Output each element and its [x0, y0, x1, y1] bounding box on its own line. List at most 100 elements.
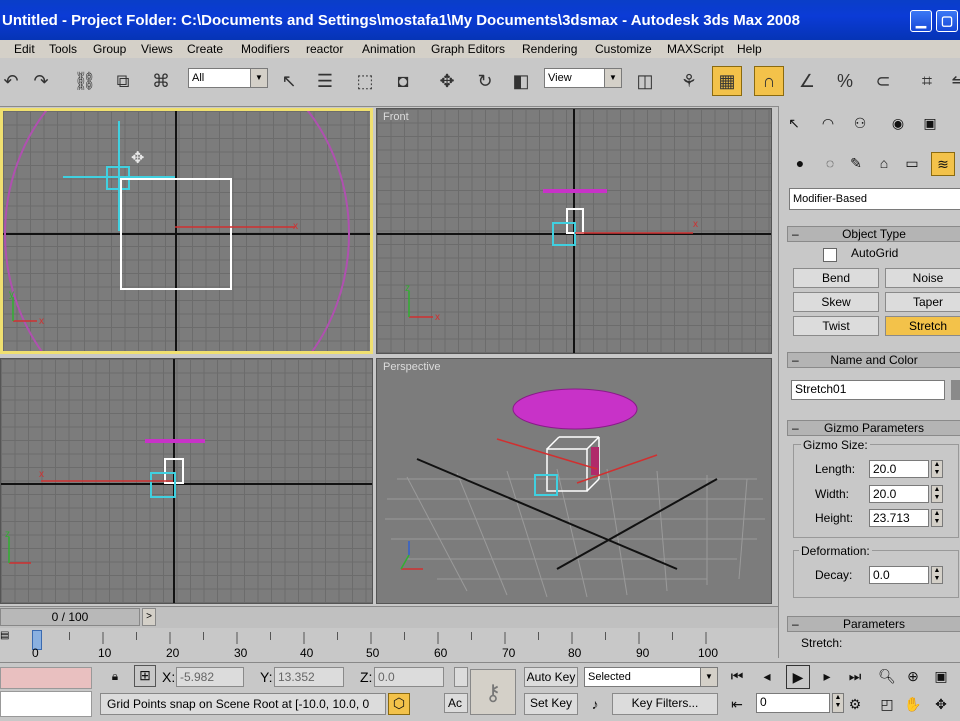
menu-graph-editors[interactable]: Graph Editors [431, 42, 505, 56]
scale-icon[interactable]: ◧ [506, 66, 536, 96]
bind-space-warp-icon[interactable]: ⌘ [146, 66, 176, 96]
window-crossing-icon[interactable]: ◘ [388, 66, 418, 96]
rollout-name-and-color[interactable]: – Name and Color [787, 352, 960, 368]
menu-tools[interactable]: Tools [49, 42, 77, 56]
rollout-object-type[interactable]: – Object Type [787, 226, 960, 242]
set-key-button[interactable]: Set Key [524, 693, 578, 715]
absolute-mode-icon[interactable]: ⊞ [134, 665, 156, 687]
create-tab-icon[interactable]: ↖ [783, 112, 805, 134]
play-icon[interactable]: ▶ [786, 665, 810, 689]
redo-icon[interactable]: ↷ [26, 66, 56, 96]
select-object-icon[interactable]: ↖ [274, 66, 304, 96]
pan-icon[interactable]: ✋ [902, 693, 924, 715]
next-frame-icon[interactable]: > [142, 608, 156, 626]
menu-animation[interactable]: Animation [362, 42, 415, 56]
percent-snap-icon[interactable]: % [830, 66, 860, 96]
rollout-parameters[interactable]: – Parameters [787, 616, 960, 632]
stretch-button[interactable]: Stretch [885, 316, 960, 336]
menu-help[interactable]: Help [737, 42, 762, 56]
next-frame-icon[interactable]: ▸ [816, 665, 838, 687]
zoom-all-icon[interactable]: ⊕ [902, 665, 924, 687]
selection-lock-icon[interactable]: ⬡ [388, 693, 410, 715]
auto-key-button[interactable]: Auto Key [524, 667, 578, 687]
noise-button[interactable]: Noise [885, 268, 960, 288]
menu-customize[interactable]: Customize [595, 42, 652, 56]
z-coordinate-field[interactable]: 0.0 [374, 667, 444, 687]
keyboard-shortcut-override-icon[interactable]: ▦ [712, 66, 742, 96]
spinner-snap-icon[interactable]: ⊂ [868, 66, 898, 96]
move-icon[interactable]: ✥ [432, 66, 462, 96]
pivot-center-icon[interactable]: ◫ [630, 66, 660, 96]
selection-filter-dropdown[interactable]: All ▼ [188, 68, 268, 88]
field-of-view-icon[interactable]: ◰ [876, 693, 898, 715]
key-mode-toggle-icon[interactable]: ⇤ [726, 693, 748, 715]
length-field[interactable]: 20.0 [869, 460, 929, 478]
height-spinner[interactable]: ▲ ▼ [931, 509, 943, 527]
y-coordinate-field[interactable]: 13.352 [274, 667, 344, 687]
current-frame-field[interactable]: 0 [756, 693, 830, 713]
maxscript-listener[interactable] [0, 667, 92, 689]
menu-edit[interactable]: Edit [14, 42, 35, 56]
object-name-field[interactable]: Stretch01 [791, 380, 945, 400]
viewport-front[interactable]: Front x x z [376, 108, 772, 354]
rotate-icon[interactable]: ↻ [470, 66, 500, 96]
menu-modifiers[interactable]: Modifiers [241, 42, 290, 56]
menu-maxscript[interactable]: MAXScript [667, 42, 724, 56]
twist-button[interactable]: Twist [793, 316, 879, 336]
viewport-perspective[interactable]: Perspective [376, 358, 772, 604]
width-field[interactable]: 20.0 [869, 485, 929, 503]
lights-icon[interactable]: ✎ [845, 152, 867, 174]
helpers-icon[interactable]: ▭ [901, 152, 923, 174]
rollout-gizmo-parameters[interactable]: – Gizmo Parameters [787, 420, 960, 436]
decay-spinner[interactable]: ▲ ▼ [931, 566, 943, 584]
geometry-icon[interactable]: ● [789, 152, 811, 174]
display-tab-icon[interactable]: ▣ [919, 112, 941, 134]
select-link-icon[interactable]: ⛓ [70, 66, 100, 96]
reference-coordinate-dropdown[interactable]: View ▼ [544, 68, 622, 88]
track-bar[interactable]: ▤ 0 10 20 30 40 50 60 70 80 90 100 [0, 628, 778, 662]
menu-group[interactable]: Group [93, 42, 126, 56]
snap-toggle-icon[interactable]: ∩ [754, 66, 784, 96]
menu-reactor[interactable]: reactor [306, 42, 343, 56]
motion-tab-icon[interactable]: ◉ [887, 112, 909, 134]
cameras-icon[interactable]: ⌂ [873, 152, 895, 174]
skew-button[interactable]: Skew [793, 292, 879, 312]
menu-create[interactable]: Create [187, 42, 223, 56]
bend-button[interactable]: Bend [793, 268, 879, 288]
object-color-swatch[interactable] [951, 380, 960, 400]
category-dropdown[interactable]: Modifier-Based [789, 188, 960, 210]
undo-icon[interactable]: ↶ [0, 66, 26, 96]
rectangular-selection-icon[interactable]: ⬚ [350, 66, 380, 96]
shapes-icon[interactable]: ◌ [819, 152, 841, 174]
key-filters-button[interactable]: Key Filters... [612, 693, 718, 715]
lock-selection-icon[interactable]: 🔒︎ [104, 665, 126, 687]
angle-snap-icon[interactable]: ∠ [792, 66, 822, 96]
viewport-left[interactable]: x z [0, 358, 373, 604]
named-selection-icon[interactable]: ⌗ [912, 66, 942, 96]
key-icon[interactable]: ⚷ [470, 669, 516, 715]
time-slider[interactable]: 0 / 100 > [0, 606, 778, 629]
go-to-start-icon[interactable]: ⏮ [726, 665, 748, 687]
viewport-top[interactable]: p x x y ✥ [0, 108, 373, 354]
maxscript-input[interactable] [0, 691, 92, 717]
zoom-extents-icon[interactable]: ▣ [930, 665, 952, 687]
grid-setting-field[interactable] [454, 667, 468, 687]
key-mode-dropdown[interactable]: Selected ▼ [584, 667, 718, 687]
go-to-end-icon[interactable]: ⏭ [844, 665, 866, 687]
default-tangent-icon[interactable]: ♪ [584, 693, 606, 715]
decay-field[interactable]: 0.0 [869, 566, 929, 584]
menu-views[interactable]: Views [141, 42, 173, 56]
minimize-icon[interactable]: ▁ [910, 10, 932, 32]
adaptive-degradation-toggle[interactable]: Ac [444, 693, 468, 713]
maximize-icon[interactable]: ▢ [936, 10, 958, 32]
height-field[interactable]: 23.713 [869, 509, 929, 527]
unlink-icon[interactable]: ⧉ [108, 66, 138, 96]
length-spinner[interactable]: ▲ ▼ [931, 460, 943, 478]
autogrid-checkbox[interactable] [823, 248, 837, 262]
previous-frame-icon[interactable]: ◂ [756, 665, 778, 687]
select-by-name-icon[interactable]: ☰ [310, 66, 340, 96]
x-coordinate-field[interactable]: -5.982 [176, 667, 244, 687]
orbit-icon[interactable]: ✥ [930, 693, 952, 715]
current-frame-spinner[interactable]: ▲ ▼ [832, 693, 844, 713]
zoom-icon[interactable]: 🔍︎ [876, 665, 898, 687]
